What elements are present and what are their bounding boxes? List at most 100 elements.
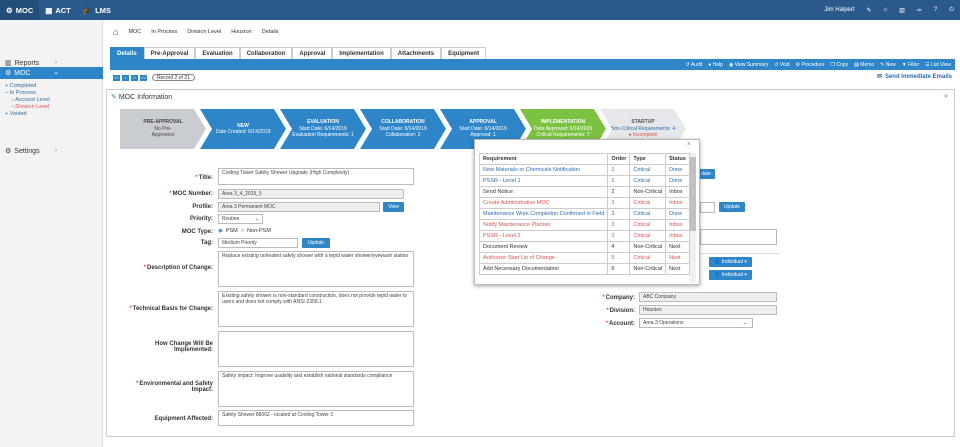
company-field[interactable]: ABC Company — [639, 292, 777, 302]
power-icon[interactable]: ⏻ — [949, 7, 954, 14]
last-record-button[interactable]: >> — [140, 74, 147, 81]
breadcrumb-in-process[interactable]: In Process — [151, 29, 177, 35]
breadcrumb-division-level[interactable]: Division Level — [187, 29, 221, 35]
requirement-cell[interactable]: Create Administrative MOC — [478, 197, 609, 209]
pencil-icon[interactable]: ✎ — [867, 7, 872, 14]
home-icon[interactable]: ⌂ — [884, 7, 888, 13]
procedure-button[interactable]: ⚙ Procedure — [796, 62, 825, 68]
psm-radio[interactable]: ◉ — [218, 228, 223, 234]
non-psm-radio[interactable]: ○ — [241, 228, 244, 234]
sidebar-sub-account-level[interactable]: › Account Level — [12, 97, 50, 103]
new-button[interactable]: ✎ New — [880, 62, 896, 68]
stage-new[interactable]: NEW Date Created: 6/14/2019 — [200, 109, 286, 149]
requirement-cell[interactable]: Maintenance Work Completion Confirmed in… — [478, 208, 609, 220]
tab-implementation[interactable]: Implementation — [332, 47, 391, 59]
moc-type-label: MOC Type: — [181, 229, 213, 235]
void-button[interactable]: ↺ Void — [774, 62, 789, 68]
requirement-cell[interactable]: Send Notice — [478, 186, 609, 198]
close-icon[interactable]: × — [687, 141, 691, 148]
division-field[interactable]: Houston — [639, 305, 777, 315]
filter-button[interactable]: ▼ Filter — [902, 62, 919, 68]
next-record-button[interactable]: » — [131, 74, 138, 81]
table-row[interactable]: New Materials or Chemicals Notification 1… — [478, 164, 690, 176]
right-text-field[interactable] — [700, 202, 715, 213]
tab-equipment[interactable]: Equipment — [441, 47, 487, 59]
chart-icon[interactable]: ▥ — [899, 7, 905, 14]
copy-button[interactable]: ❐ Copy — [831, 62, 849, 68]
table-row[interactable]: Document Review 4 Non-Critical Next — [478, 241, 690, 253]
tab-pre-approval[interactable]: Pre-Approval — [143, 47, 196, 59]
tag-update-button[interactable]: Update — [302, 238, 330, 248]
individual-dropdown-2[interactable]: 👤 Individual ▾ — [709, 270, 752, 280]
user-name[interactable]: Jim Halpert — [824, 7, 854, 13]
equipment-affected-field[interactable]: Safety Shower 88002 - located at Cooling… — [218, 410, 414, 426]
priority-select[interactable]: Routine ⌄ — [218, 214, 263, 224]
memo-button[interactable]: ▤ Memo — [854, 62, 874, 68]
collapse-icon[interactable]: » — [944, 93, 948, 100]
table-row[interactable]: Notify Maintenance Planner 3 Critical Inbox — [478, 219, 690, 231]
tab-approval[interactable]: Approval — [292, 47, 333, 59]
tag-field[interactable]: Medium Priority — [218, 238, 298, 248]
prev-record-button[interactable]: < — [122, 74, 129, 81]
lms-app-tab[interactable]: 🎓 LMS — [77, 0, 117, 20]
moc-app-tab[interactable]: ⚙ MOC — [0, 0, 40, 20]
email-icon: ✉ — [876, 74, 882, 80]
requirement-cell[interactable]: PSSR - Level 2 — [478, 230, 609, 242]
implementation-field[interactable] — [218, 331, 414, 367]
requirement-cell[interactable]: Add Necessary Documentation — [478, 263, 609, 275]
sidebar-sub-completed[interactable]: + Completed — [5, 83, 36, 89]
wrench-icon[interactable]: ✑ — [917, 7, 922, 14]
send-emails-button[interactable]: ✉ Send Immediate Emails — [876, 73, 952, 81]
incomplete-status: ● Incomplete — [628, 132, 658, 139]
stage-collaboration[interactable]: COLLABORATION Start Date: 6/14/2019 Collab… — [360, 109, 446, 149]
requirement-cell[interactable]: Document Review — [478, 241, 609, 253]
right-update-button[interactable]: Update — [719, 202, 745, 212]
help-button[interactable]: ● Help — [708, 62, 723, 68]
breadcrumb-moc[interactable]: MOC — [128, 29, 141, 35]
status-cell: Done — [665, 175, 690, 187]
table-row[interactable]: Authorize Start Up of Change 5 Critical Nex… — [478, 252, 690, 264]
table-row[interactable]: PSSR - Level 1 1 Critical Done — [478, 175, 690, 187]
tab-details[interactable]: Details — [110, 47, 144, 59]
table-row[interactable]: Create Administrative MOC 3 Critical Inbox — [478, 197, 690, 209]
sidebar-sub-voided[interactable]: + Voided — [5, 111, 27, 117]
stage-evaluation[interactable]: EVALUATION Start Date: 6/14/2019 Evaluatio… — [280, 109, 366, 149]
right-textarea[interactable] — [700, 229, 777, 245]
requirement-cell[interactable]: New Materials or Chemicals Notification — [478, 164, 609, 176]
breadcrumb-houston[interactable]: Houston — [231, 29, 252, 35]
technical-basis-field[interactable]: Existing safety shower is non-standard c… — [218, 291, 414, 327]
account-select[interactable]: Area 3 Operations ⌄ — [639, 318, 753, 328]
first-record-button[interactable]: << — [113, 74, 120, 81]
title-field[interactable]: Cooling Tower Safety Shower Upgrade (Hig… — [218, 168, 414, 185]
status-cell: Done — [665, 208, 690, 220]
table-row[interactable]: PSSR - Level 2 3 Critical Inbox — [478, 230, 690, 242]
environmental-safety-field[interactable]: Safety impact: Improve usability and est… — [218, 371, 414, 407]
requirement-cell[interactable]: Authorize Start Up of Change — [478, 252, 609, 264]
tab-collaboration[interactable]: Collaboration — [239, 47, 293, 59]
sidebar-sub-division-level[interactable]: › Division Level — [12, 104, 49, 110]
sidebar-sub-in-process[interactable]: − In Process — [5, 90, 36, 96]
help-icon[interactable]: ? — [934, 7, 937, 13]
table-row[interactable]: Add Necessary Documentation 6 Non-Critical… — [478, 263, 690, 275]
scrollbar-thumb[interactable] — [690, 157, 696, 231]
view-summary-button[interactable]: ◉ View Summary — [729, 62, 768, 68]
home-icon[interactable]: ⌂ — [113, 27, 118, 37]
sidebar-item-settings[interactable]: ⚙ Settings › — [0, 145, 103, 157]
tab-evaluation[interactable]: Evaluation — [195, 47, 240, 59]
audit-button[interactable]: ↺ Audit — [686, 62, 703, 68]
individual-dropdown-1[interactable]: 👤 Individual ▾ — [709, 257, 752, 267]
table-row[interactable]: Send Notice 2 Non-Critical Inbox — [478, 186, 690, 198]
moc-number-field[interactable]: Area 3_4_2019_5 — [218, 189, 404, 199]
list-view-button[interactable]: ☰ List View — [925, 62, 951, 68]
table-row[interactable]: Maintenance Work Completion Confirmed in… — [478, 208, 690, 220]
profile-field[interactable]: Area 3 Permanent MOC — [218, 202, 380, 212]
act-app-tab[interactable]: ▦ ACT — [39, 0, 77, 20]
calendar-icon: ▦ — [45, 5, 53, 15]
stage-pre-approval[interactable]: PRE-APPROVAL No Pre- Approvers — [120, 109, 206, 149]
sidebar-item-moc[interactable]: ⚙ MOC ⌄ — [0, 67, 103, 79]
view-button[interactable]: View — [383, 202, 404, 212]
requirement-cell[interactable]: PSSR - Level 1 — [478, 175, 609, 187]
description-field[interactable]: Replace existing unheated safety shower … — [218, 251, 414, 287]
tab-attachments[interactable]: Attachments — [390, 47, 442, 59]
requirement-cell[interactable]: Notify Maintenance Planner — [478, 219, 609, 231]
